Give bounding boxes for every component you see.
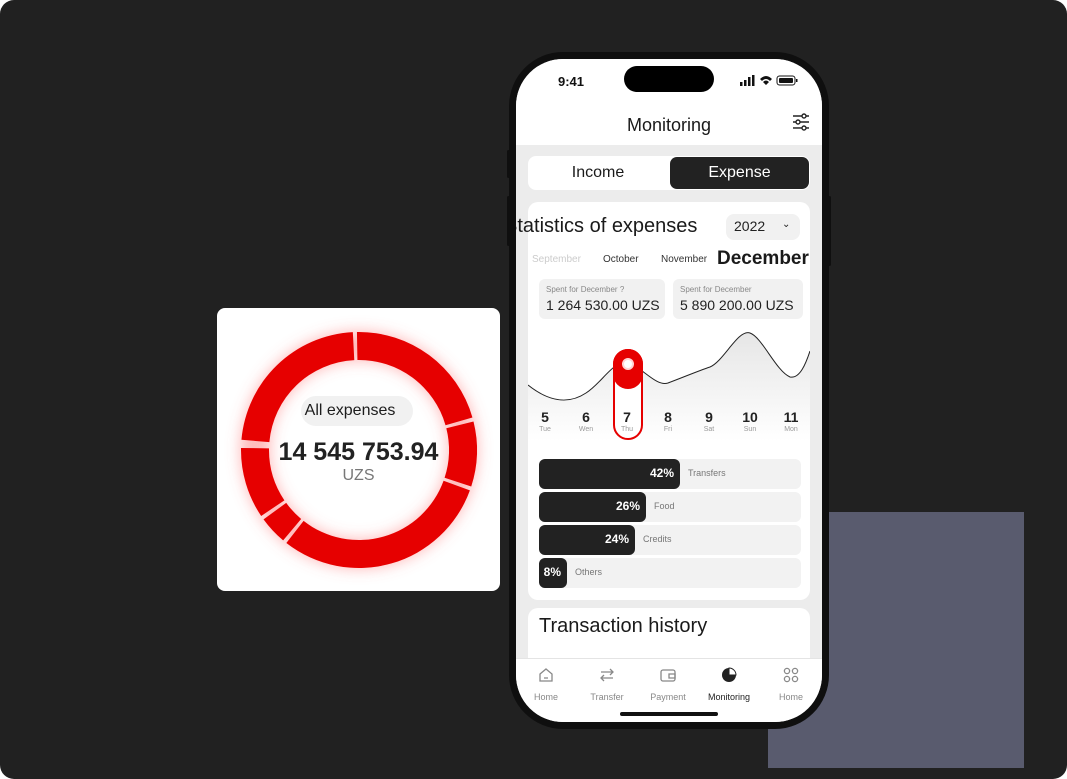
home-icon — [539, 668, 553, 682]
dynamic-island — [624, 66, 714, 92]
spent-current-label: Spent for December — [680, 285, 752, 294]
nav-label: Payment — [650, 692, 686, 702]
category-bar-row[interactable]: 24% Credits — [539, 525, 801, 555]
nav-item-transfer[interactable]: Transfer — [577, 666, 637, 702]
pie-chart-icon — [722, 667, 737, 682]
year-value: 2022 — [734, 218, 766, 234]
status-icons — [740, 75, 798, 86]
statistics-title: Statistics of expenses — [516, 215, 698, 237]
grid-icon — [783, 667, 799, 683]
category-name: Others — [575, 567, 603, 577]
day-number: 6 — [582, 409, 590, 425]
day-weekday: Sat — [703, 426, 715, 433]
day-number: 10 — [742, 409, 758, 425]
nav-item-home[interactable]: Home — [761, 666, 821, 702]
day-weekday: Tue — [539, 426, 551, 433]
tab-expense[interactable]: Expense — [670, 157, 809, 189]
phone-button — [507, 150, 510, 178]
month-item-selected[interactable]: December — [717, 248, 809, 270]
nav-label: Home — [778, 692, 803, 702]
spent-current-box: Spent for December 5 890 200.00 UZS — [673, 279, 803, 319]
day-number: 7 — [623, 409, 631, 425]
transfer-icon — [600, 668, 614, 682]
status-time: 9:41 — [558, 74, 585, 89]
spent-current-value: 5 890 200.00 UZS — [680, 297, 794, 313]
nav-item-monitoring[interactable]: Monitoring — [699, 666, 759, 702]
selected-point-dot — [622, 358, 634, 370]
day-item[interactable]: 11 Mon — [776, 409, 806, 433]
spent-previous-label: Spent for December ? — [546, 285, 625, 294]
day-item[interactable]: 6 Wen — [571, 409, 601, 433]
month-item[interactable]: November — [661, 254, 707, 265]
wifi-icon — [760, 76, 772, 85]
category-percent: 26% — [615, 499, 640, 513]
donut-segment[interactable] — [286, 480, 470, 568]
phone-screen: 9:41 Monitoring Income Expense Statistic… — [516, 59, 822, 722]
day-number: 5 — [541, 409, 549, 425]
spent-previous-value: 1 264 530.00 UZS — [546, 297, 660, 313]
chevron-down-icon: ⌄ — [782, 219, 791, 230]
page-title: Monitoring — [626, 115, 712, 135]
category-name: Transfers — [688, 468, 726, 478]
donut-currency: UZS — [342, 467, 375, 484]
category-bar-row[interactable]: 26% Food — [539, 492, 801, 522]
phone-button — [828, 196, 831, 266]
day-item[interactable]: 5 Tue — [530, 409, 560, 433]
day-item[interactable]: 7 Thu — [612, 409, 642, 433]
day-weekday: Thu — [620, 426, 634, 433]
nav-label: Home — [533, 692, 558, 702]
spent-previous-box: Spent for December ? 1 264 530.00 UZS — [539, 279, 665, 319]
category-percent: 42% — [649, 466, 674, 480]
day-weekday: Wen — [578, 426, 594, 433]
day-weekday: Fri — [663, 426, 673, 433]
day-weekday: Mon — [784, 426, 798, 433]
signal-icon — [740, 82, 743, 86]
nav-item-home[interactable]: Home — [516, 666, 576, 702]
home-indicator — [620, 712, 718, 716]
donut-category-label: All expenses — [304, 402, 396, 419]
background-canvas: All expenses 14 545 753.94 UZS 9:41 Moni… — [0, 0, 1067, 779]
day-number: 9 — [705, 409, 713, 425]
wallet-icon — [660, 669, 676, 682]
category-name: Credits — [643, 534, 672, 544]
donut-total-value: 14 545 753.94 — [278, 438, 439, 466]
day-number: 8 — [664, 409, 672, 425]
category-bar-row[interactable]: 8% Others — [539, 558, 801, 588]
category-percent: 8% — [543, 565, 561, 579]
nav-label: Transfer — [590, 692, 624, 702]
month-item[interactable]: September — [532, 254, 581, 265]
nav-label: Monitoring — [707, 692, 751, 702]
category-percent: 24% — [604, 532, 629, 546]
day-item[interactable]: 9 Sat — [694, 409, 724, 433]
phone-button — [507, 196, 510, 246]
transaction-history-title: Transaction history — [539, 615, 708, 637]
month-item[interactable]: October — [603, 254, 639, 265]
tab-income[interactable]: Income — [528, 156, 668, 190]
nav-item-payment[interactable]: Payment — [638, 666, 698, 702]
day-item[interactable]: 8 Fri — [653, 409, 683, 433]
day-weekday: Sun — [743, 426, 757, 433]
category-name: Food — [654, 501, 675, 511]
day-item[interactable]: 10 Sun — [735, 409, 765, 433]
category-bar-row[interactable]: 42% Transfers — [539, 459, 801, 489]
sliders-icon[interactable] — [792, 113, 810, 131]
day-number: 11 — [783, 409, 799, 425]
